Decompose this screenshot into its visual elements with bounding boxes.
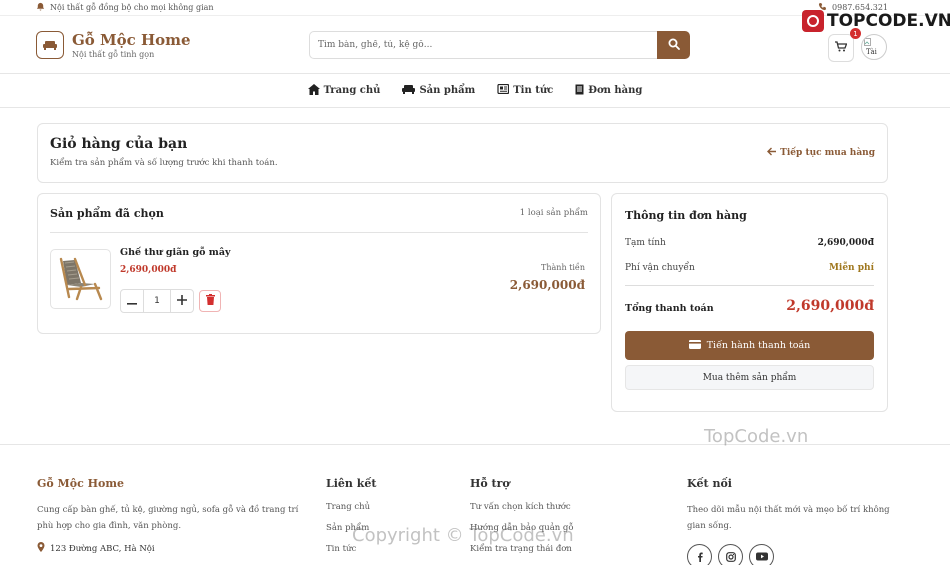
total-row: Tổng thanh toán 2,690,000đ <box>625 298 874 314</box>
footer-link-home[interactable]: Trang chủ <box>326 502 376 523</box>
avatar-broken-image-icon <box>864 38 871 48</box>
continue-shopping-link[interactable]: Tiếp tục mua hàng <box>767 147 875 159</box>
cart-items-card: Sản phẩm đã chọn 1 loại sản phẩm Ghế thư… <box>37 193 601 334</box>
cart-items-header: Sản phẩm đã chọn 1 loại sản phẩm <box>50 194 588 233</box>
search-icon <box>668 38 680 53</box>
footer-brand-title: Gỗ Mộc Home <box>37 477 124 490</box>
logo-subtitle: Nội thất gỗ tinh gọn <box>72 49 155 59</box>
footer-address: 123 Đường ABC, Hà Nội <box>37 542 312 555</box>
footer-address-text: 123 Đường ABC, Hà Nội <box>50 543 155 554</box>
search-input[interactable] <box>309 31 657 59</box>
subtotal-row: Tạm tính 2,690,000đ <box>625 236 874 250</box>
credit-card-icon <box>688 339 701 352</box>
youtube-icon[interactable] <box>749 544 774 565</box>
nav-label: Trang chủ <box>323 85 381 96</box>
footer-links-column: Liên kết Trang chủ Sản phẩm Tin tức <box>326 477 376 565</box>
home-icon <box>307 83 320 98</box>
page-title-card: Giỏ hàng của bạn Kiểm tra sản phẩm và số… <box>37 123 888 183</box>
instagram-icon[interactable] <box>718 544 743 565</box>
bell-icon <box>36 2 45 13</box>
checkout-button[interactable]: Tiến hành thanh toán <box>625 331 874 360</box>
plus-icon <box>177 293 187 309</box>
nav-item-products[interactable]: Sản phẩm <box>402 84 475 97</box>
watermark-center: TopCode.vn <box>704 426 809 447</box>
page-title: Giỏ hàng của bạn <box>50 136 188 152</box>
cart-items-count: 1 loại sản phẩm <box>519 208 588 218</box>
increase-quantity-button[interactable] <box>171 290 193 312</box>
line-total-value: 2,690,000đ <box>509 278 585 292</box>
footer-link-order-status[interactable]: Kiểm tra trạng thái đơn <box>470 544 574 565</box>
nav-item-home[interactable]: Trang chủ <box>307 83 381 98</box>
summary-divider <box>625 285 874 286</box>
footer-support-title: Hỗ trợ <box>470 477 510 490</box>
line-total-label: Thành tiền <box>541 263 585 272</box>
footer-brand-column: Gỗ Mộc Home Cung cấp bàn ghế, tủ kệ, giư… <box>37 477 312 555</box>
search-bar <box>309 31 690 59</box>
nav-item-news[interactable]: Tin tức <box>497 83 554 97</box>
product-price: 2,690,000đ <box>120 265 177 275</box>
decrease-quantity-button[interactable] <box>121 290 143 312</box>
footer-connect-title: Kết nối <box>687 477 732 490</box>
quantity-stepper: 1 <box>120 289 194 313</box>
total-label: Tổng thanh toán <box>625 303 714 314</box>
footer-brand-description: Cung cấp bàn ghế, tủ kệ, giường ngủ, sof… <box>37 505 299 531</box>
map-pin-icon <box>37 542 45 555</box>
trash-icon <box>205 294 215 308</box>
tagline: Nội thất gỗ đồng bộ cho mọi không gian <box>50 3 214 12</box>
buy-more-label: Mua thêm sản phẩm <box>702 372 797 383</box>
arrow-left-icon <box>767 147 777 159</box>
site-footer: Gỗ Mộc Home Cung cấp bàn ghế, tủ kệ, giư… <box>0 444 950 565</box>
nav-label: Tin tức <box>513 85 554 96</box>
cart-button[interactable] <box>828 34 854 62</box>
footer-connect-column: Kết nối Theo dõi mẫu nội thất mới và mẹo… <box>687 477 892 565</box>
main-nav: Trang chủ Sản phẩm Tin tức Đơn hàng <box>0 74 950 108</box>
footer-link-size-advice[interactable]: Tư vấn chọn kích thước <box>470 502 574 523</box>
footer-connect-description: Theo dõi mẫu nội thất mới và mẹo bố trí … <box>687 505 890 531</box>
nav-label: Sản phẩm <box>419 85 476 96</box>
site-logo[interactable]: Gỗ Mộc Home Nội thất gỗ tinh gọn <box>36 30 191 59</box>
watermark-bottom: Copyright © TopCode.vn <box>352 525 574 546</box>
buy-more-button[interactable]: Mua thêm sản phẩm <box>625 365 874 390</box>
sofa-logo-icon <box>36 30 64 59</box>
receipt-icon <box>575 84 584 98</box>
subtotal-label: Tạm tính <box>625 238 666 248</box>
shipping-label: Phí vận chuyển <box>625 263 695 273</box>
nav-label: Đơn hàng <box>588 85 643 96</box>
chair-image <box>59 257 102 301</box>
product-name[interactable]: Ghế thư giãn gỗ mây <box>120 247 231 258</box>
continue-shopping-label: Tiếp tục mua hàng <box>780 148 875 158</box>
quantity-value[interactable]: 1 <box>143 290 171 312</box>
page-subtitle: Kiểm tra sản phẩm và số lượng trước khi … <box>50 158 278 168</box>
total-value: 2,690,000đ <box>786 298 874 314</box>
facebook-icon[interactable] <box>687 544 712 565</box>
cart-icon <box>835 41 848 55</box>
remove-item-button[interactable] <box>199 290 221 312</box>
avatar-alt-text: Tài <box>866 47 877 56</box>
site-header: Gỗ Mộc Home Nội thất gỗ tinh gọn <box>0 16 950 74</box>
checkout-label: Tiến hành thanh toán <box>706 340 811 351</box>
shipping-row: Phí vận chuyển Miễn phí <box>625 261 874 275</box>
user-avatar[interactable]: Tài <box>861 34 887 60</box>
footer-links-title: Liên kết <box>326 477 377 490</box>
order-summary-card: Thông tin đơn hàng Tạm tính 2,690,000đ P… <box>611 193 888 412</box>
tagline-group: Nội thất gỗ đồng bộ cho mọi không gian <box>36 2 214 13</box>
logo-title: Gỗ Mộc Home <box>72 30 191 49</box>
footer-support-column: Hỗ trợ Tư vấn chọn kích thước Hướng dẫn … <box>470 477 574 565</box>
shipping-value: Miễn phí <box>828 263 874 273</box>
sofa-icon <box>402 84 416 97</box>
footer-link-news[interactable]: Tin tức <box>326 544 376 565</box>
cart-count-badge: 1 <box>850 28 861 39</box>
subtotal-value: 2,690,000đ <box>817 238 874 248</box>
minus-icon <box>127 293 137 309</box>
nav-item-orders[interactable]: Đơn hàng <box>575 84 642 98</box>
cart-items-heading: Sản phẩm đã chọn <box>50 206 164 220</box>
social-links <box>687 544 892 565</box>
newspaper-icon <box>497 83 510 97</box>
product-thumbnail[interactable] <box>50 249 111 309</box>
order-summary-heading: Thông tin đơn hàng <box>625 209 747 222</box>
search-button[interactable] <box>657 31 690 59</box>
